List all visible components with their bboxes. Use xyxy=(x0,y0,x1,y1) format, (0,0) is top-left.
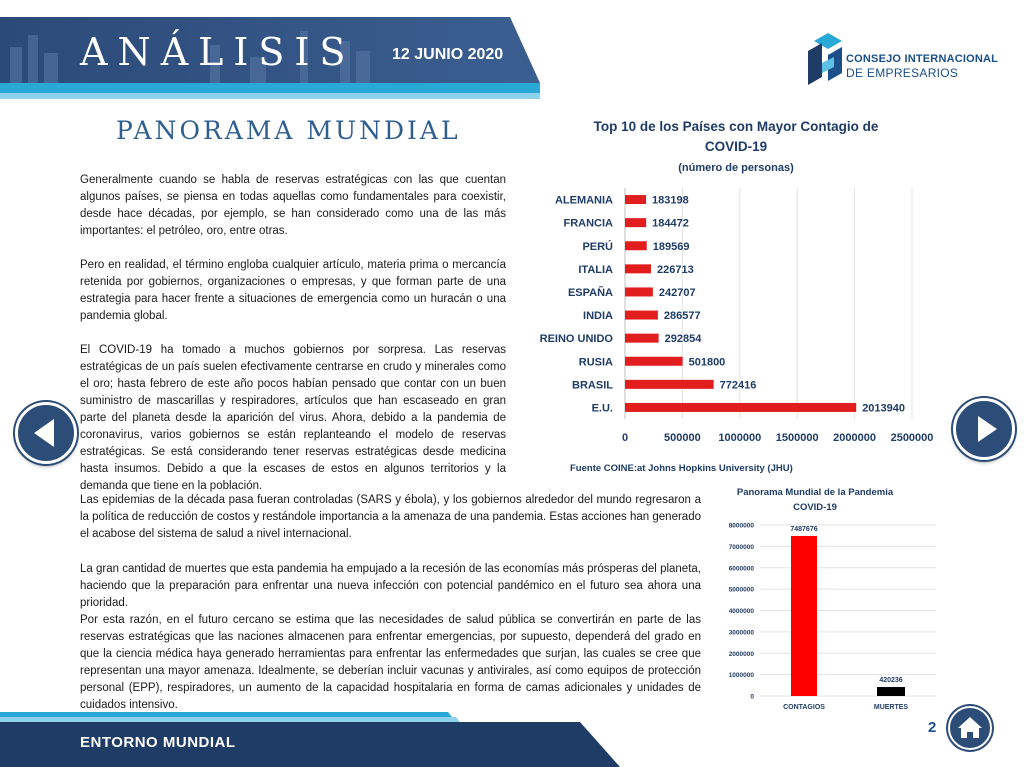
chart2-tick-label: 3000000 xyxy=(729,629,755,636)
home-button[interactable] xyxy=(948,706,992,750)
top10-contagion-chart: Top 10 de los Países con Mayor Contagio … xyxy=(540,119,934,474)
paragraph-2: Pero en realidad, el término engloba cua… xyxy=(80,259,506,322)
chart1-value-label: 286577 xyxy=(664,310,701,322)
chart1-bar xyxy=(625,333,659,343)
chart2-bar xyxy=(791,535,817,696)
chart2-category-label: MUERTES xyxy=(874,704,909,711)
paragraph-4: Las epidemias de la década pasa fueran c… xyxy=(80,494,701,540)
chart2-title-line1: Panorama Mundial de la Pandemia xyxy=(737,487,894,498)
chart1-tick-label: 500000 xyxy=(664,432,701,444)
chart1-bar xyxy=(625,195,647,205)
chart2-tick-label: 1000000 xyxy=(729,672,755,679)
chart1-value-label: 2013940 xyxy=(862,402,905,414)
coine-logo-icon xyxy=(808,33,842,85)
home-icon xyxy=(958,717,982,738)
chart1-category-label: REINO UNIDO xyxy=(540,333,614,345)
chart2-tick-label: 7000000 xyxy=(729,544,755,551)
paragraph-5: La gran cantidad de muertes que esta pan… xyxy=(80,563,701,609)
chart1-bar xyxy=(625,356,683,366)
pandemic-overview-chart: Panorama Mundial de la Pandemia COVID-19… xyxy=(729,487,936,711)
chart2-tick-label: 5000000 xyxy=(729,587,755,594)
section-title: PANORAMA MUNDIAL xyxy=(116,116,461,145)
chart2-tick-label: 4000000 xyxy=(729,608,755,615)
chart2-tick-label: 0 xyxy=(750,694,754,701)
logo-line1: CONSEJO INTERNACIONAL xyxy=(846,53,999,65)
arrow-left-icon xyxy=(34,419,54,447)
chart1-source: Fuente COINE:at Johns Hopkins University… xyxy=(570,463,793,474)
chart1-value-label: 501800 xyxy=(689,356,726,368)
chart1-category-label: E.U. xyxy=(592,402,613,414)
chart1-value-label: 226713 xyxy=(657,264,694,276)
logo-line2-main: EMPRESARIOS xyxy=(866,66,959,80)
chart1-bar xyxy=(625,310,658,320)
chart1-category-label: ESPAÑA xyxy=(568,286,613,299)
chart1-title: Top 10 de los Países con Mayor Contagio … xyxy=(594,119,879,154)
chart1-tick-label: 2500000 xyxy=(891,432,934,444)
arrow-right-icon xyxy=(978,416,997,442)
chart2-tick-label: 8000000 xyxy=(729,523,755,530)
next-page-button[interactable] xyxy=(953,398,1015,460)
chart2-tick-label: 2000000 xyxy=(729,651,755,658)
chart1-value-label: 292854 xyxy=(665,333,703,345)
chart1-tick-label: 1500000 xyxy=(776,432,819,444)
chart1-value-label: 189569 xyxy=(653,241,690,253)
chart1-subtitle: (número de personas) xyxy=(678,162,794,174)
chart1-bar xyxy=(625,402,857,412)
chart1-value-label: 183198 xyxy=(652,195,689,207)
previous-page-button[interactable] xyxy=(15,402,77,464)
chart1-category-label: RUSIA xyxy=(579,356,613,368)
paragraph-6: Por esta razón, en el futuro cercano se … xyxy=(80,614,701,711)
chart1-bar xyxy=(625,287,653,297)
chart1-bar xyxy=(625,241,647,251)
header-date: 12 JUNIO 2020 xyxy=(392,46,504,63)
chart2-value-label: 7487676 xyxy=(790,526,817,533)
chart1-tick-label: 2000000 xyxy=(833,432,876,444)
chart1-bar xyxy=(625,218,647,228)
chart1-category-label: INDIA xyxy=(583,310,613,322)
chart2-tick-label: 6000000 xyxy=(729,565,755,572)
chart1-tick-label: 0 xyxy=(622,432,628,444)
chart2-title-line2: COVID-19 xyxy=(793,502,837,513)
chart1-value-label: 242707 xyxy=(659,287,696,299)
footer-section-label: ENTORNO MUNDIAL xyxy=(80,734,236,751)
chart1-title-line2: COVID-19 xyxy=(705,139,767,154)
logo-line2-prefix: DE xyxy=(846,66,864,80)
chart1-category-label: ITALIA xyxy=(578,264,613,276)
chart1-category-label: ALEMANIA xyxy=(555,195,613,207)
chart2-category-label: CONTAGIOS xyxy=(783,704,825,711)
paragraph-1: Generalmente cuando se habla de reservas… xyxy=(80,174,506,237)
chart1-category-label: FRANCIA xyxy=(564,218,614,230)
chart1-tick-label: 1000000 xyxy=(718,432,761,444)
chart2-value-label: 420236 xyxy=(879,677,902,684)
chart1-value-label: 184472 xyxy=(652,218,689,230)
logo-line2: DE EMPRESARIOS xyxy=(846,66,958,80)
chart1-value-label: 772416 xyxy=(720,379,757,391)
chart2-bar xyxy=(877,687,905,696)
page-number: 2 xyxy=(928,719,937,736)
chart1-category-label: BRASIL xyxy=(572,379,613,391)
chart1-bar xyxy=(625,379,714,389)
chart1-category-label: PERÚ xyxy=(582,240,613,253)
paragraph-3: El COVID-19 ha tomado a muchos gobiernos… xyxy=(80,344,506,492)
chart1-bar xyxy=(625,264,652,274)
chart1-title-line1: Top 10 de los Países con Mayor Contagio … xyxy=(594,119,879,134)
header-title: ANÁLISIS xyxy=(80,30,356,74)
